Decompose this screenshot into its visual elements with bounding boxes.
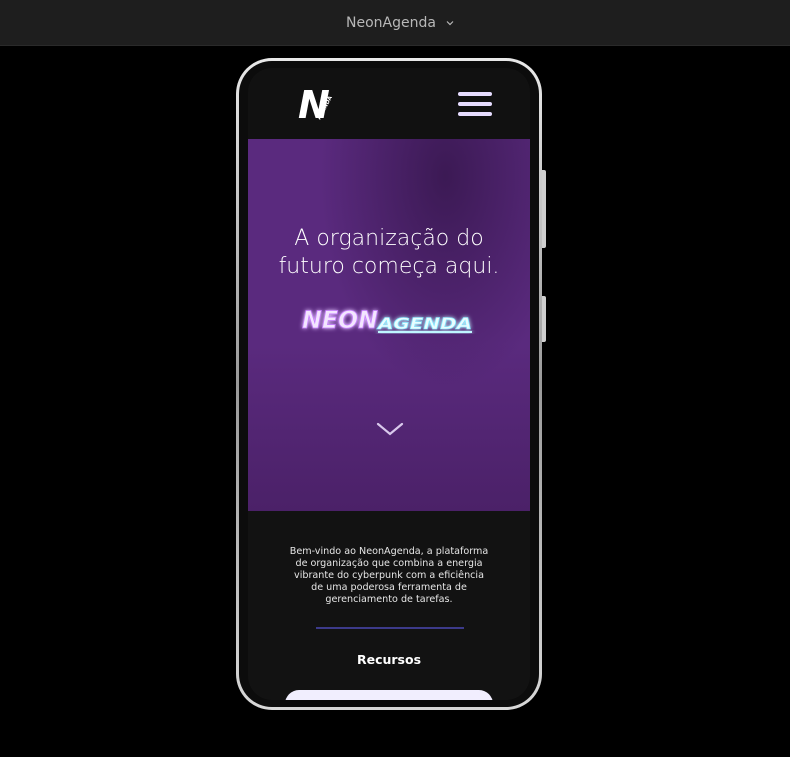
app-screen: N AGENDA A organização do futuro começa …	[248, 68, 530, 700]
hero-section: A organização do futuro começa aqui. NEO…	[248, 139, 530, 511]
hamburger-menu-button[interactable]	[458, 92, 492, 116]
neonagenda-logo[interactable]: N AGENDA	[296, 84, 344, 124]
features-heading: Recursos	[356, 652, 422, 667]
intro-paragraph: Bem-vindo ao NeonAgenda, a plataforma de…	[289, 546, 489, 605]
project-switcher[interactable]: NeonAgenda	[346, 15, 454, 31]
section-divider	[316, 627, 464, 629]
app-header: N AGENDA	[248, 68, 530, 139]
top-bar: NeonAgenda	[0, 0, 790, 46]
hero-title: A organização do futuro começa aqui.	[278, 226, 500, 279]
phone-frame: N AGENDA A organização do futuro começa …	[236, 58, 546, 710]
neonagenda-brand-logo: NEON AGENDA	[302, 306, 473, 335]
hamburger-icon-line	[458, 102, 492, 106]
chevron-down-icon[interactable]	[375, 419, 405, 439]
power-button	[542, 296, 546, 342]
project-name: NeonAgenda	[346, 14, 436, 31]
hamburger-icon-line	[458, 112, 492, 116]
chevron-down-icon	[446, 20, 454, 25]
hamburger-icon	[458, 92, 492, 96]
brand-agenda-text: AGENDA	[376, 314, 472, 333]
feature-card[interactable]	[285, 690, 493, 700]
volume-button	[542, 170, 546, 248]
brand-neon-text: NEON	[302, 306, 378, 334]
